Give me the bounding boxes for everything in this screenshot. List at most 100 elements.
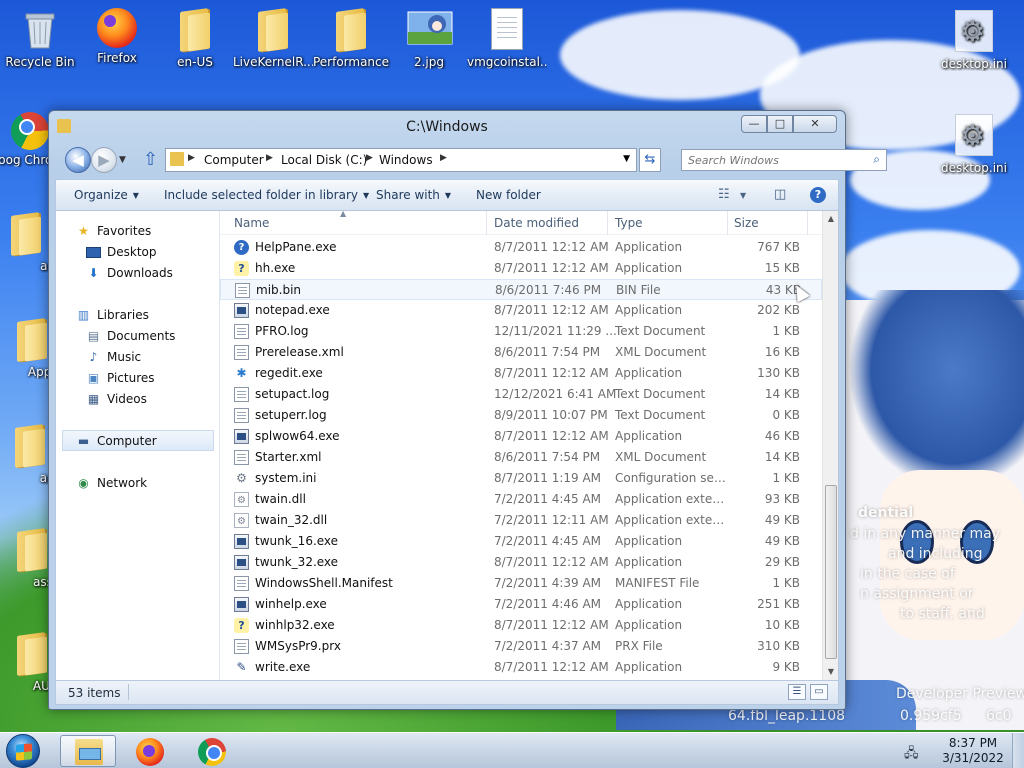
clock[interactable]: 8:37 PM 3/31/2022 [930, 736, 1016, 766]
nav-label: Documents [107, 329, 176, 343]
change-view-icon[interactable]: ☷ [718, 187, 730, 202]
file-row[interactable]: ? HelpPane.exe 8/7/2011 12:12 AM Applicatio… [220, 237, 822, 258]
file-row[interactable]: setuperr.log 8/9/2011 10:07 PM Text Docume… [220, 405, 822, 426]
file-row[interactable]: WindowsShell.Manifest 7/2/2011 4:39 AM MAN… [220, 573, 822, 594]
file-row[interactable]: WMSysPr9.prx 7/2/2011 4:37 AM PRX File 310 … [220, 636, 822, 657]
file-row[interactable]: mib.bin 8/6/2011 7:46 PM BIN File 43 KB [220, 279, 822, 300]
column-divider[interactable] [607, 211, 608, 235]
breadcrumb-windows[interactable]: Windows [379, 153, 433, 167]
maximize-button[interactable]: □ [767, 115, 793, 133]
column-divider[interactable] [486, 211, 487, 235]
file-date-modified: 12/11/2021 11:29 ... [494, 324, 617, 338]
new-folder-button[interactable]: New folder [476, 188, 541, 202]
file-row[interactable]: ? hh.exe 8/7/2011 12:12 AM Application 15 KB [220, 258, 822, 279]
file-row[interactable]: twunk_32.exe 8/7/2011 12:12 AM Application… [220, 552, 822, 573]
file-row[interactable]: splwow64.exe 8/7/2011 12:12 AM Application… [220, 426, 822, 447]
search-input[interactable] [688, 151, 858, 169]
nav-favorites[interactable]: ★ Favorites [56, 221, 220, 242]
taskbar-google-chrome[interactable] [184, 735, 240, 767]
nav-computer[interactable]: ▬ Computer [62, 430, 214, 451]
file-row[interactable]: Starter.xml 8/6/2011 7:54 PM XML Document 1… [220, 447, 822, 468]
nav-downloads[interactable]: ⬇ Downloads [56, 263, 220, 284]
taskbar-windows-explorer[interactable] [60, 735, 116, 767]
nav-videos[interactable]: ▦ Videos [56, 389, 220, 410]
file-row[interactable]: setupact.log 12/12/2021 6:41 AM Text Docum… [220, 384, 822, 405]
search-icon[interactable]: ⌕ [873, 152, 880, 167]
breadcrumb-local-disk[interactable]: Local Disk (C:) [281, 153, 367, 167]
close-button[interactable]: ✕ [793, 115, 837, 133]
title-bar[interactable]: C:\Windows — □ ✕ [49, 111, 845, 143]
file-row[interactable]: ⚙ system.ini 8/7/2011 1:19 AM Configuration… [220, 468, 822, 489]
text-file-icon [234, 324, 249, 339]
vertical-scrollbar[interactable]: ▲ ▼ [822, 211, 838, 680]
file-list: ▲ Name Date modified Type Size ? HelpPane… [220, 211, 822, 680]
file-row[interactable]: ⚙ twain.dll 7/2/2011 4:45 AM Application ex… [220, 489, 822, 510]
file-date-modified: 8/7/2011 1:19 AM [494, 471, 602, 485]
desktop-icon-desktop-ini[interactable]: desktop.ini [934, 10, 1014, 71]
nav-libraries[interactable]: ▥ Libraries [56, 305, 220, 326]
file-row[interactable]: ⚙ twain_32.dll 7/2/2011 12:11 AM Applicatio… [220, 510, 822, 531]
chevron-right-icon[interactable]: ▶ [188, 153, 195, 163]
taskbar-firefox[interactable] [122, 735, 178, 767]
chevron-right-icon[interactable]: ▶ [266, 153, 273, 163]
forward-button[interactable]: ▶ [91, 147, 117, 173]
file-name: winhlp32.exe [255, 618, 335, 632]
file-row[interactable]: winhelp.exe 7/2/2011 4:46 AM Application 25… [220, 594, 822, 615]
file-row[interactable]: PFRO.log 12/11/2021 11:29 ... Text Documen… [220, 321, 822, 342]
recent-pages-dropdown[interactable]: ▼ [119, 155, 126, 165]
file-row[interactable]: notepad.exe 8/7/2011 12:12 AM Application 2… [220, 300, 822, 321]
large-icons-view-icon[interactable]: ▭ [810, 684, 828, 700]
file-row[interactable]: twunk_16.exe 7/2/2011 4:45 AM Application 4… [220, 531, 822, 552]
file-type: Application [615, 261, 683, 275]
show-desktop-button[interactable] [1012, 733, 1024, 768]
column-divider[interactable] [807, 211, 808, 235]
chevron-down-icon[interactable]: ▼ [740, 191, 746, 200]
file-row[interactable]: Prerelease.xml 8/6/2011 7:54 PM XML Docume… [220, 342, 822, 363]
preview-pane-icon[interactable]: ◫ [774, 187, 786, 202]
up-arrow-icon[interactable]: ⇧ [143, 149, 158, 170]
column-date-modified[interactable]: Date modified [494, 216, 579, 230]
organize-button[interactable]: Organize ▼ [74, 188, 139, 202]
nav-desktop[interactable]: Desktop [56, 242, 220, 263]
network-icon: ◉ [78, 476, 89, 490]
file-name: twain.dll [255, 492, 306, 506]
computer-icon: ▬ [77, 434, 90, 448]
nav-pictures[interactable]: ▣ Pictures [56, 368, 220, 389]
file-row[interactable]: ✱ regedit.exe 8/7/2011 12:12 AM Application… [220, 363, 822, 384]
column-size[interactable]: Size [734, 216, 759, 230]
desktop-icon-desktop-ini[interactable]: desktop.ini [934, 114, 1014, 175]
chevron-right-icon[interactable]: ▶ [440, 153, 447, 163]
breadcrumb-computer[interactable]: Computer [204, 153, 264, 167]
scroll-down-arrow-icon[interactable]: ▼ [823, 664, 839, 680]
details-view-icon[interactable]: ☰ [788, 684, 806, 700]
include-in-library-button[interactable]: Include selected folder in library ▼ [164, 188, 369, 202]
network-status-icon[interactable]: 🖧 [904, 744, 919, 766]
scroll-thumb[interactable] [825, 485, 837, 659]
desktop-icon-vmgcoinstall[interactable]: vmgcoinstal... [467, 8, 547, 69]
scroll-up-arrow-icon[interactable]: ▲ [823, 211, 839, 227]
start-button[interactable] [6, 734, 40, 768]
file-row[interactable]: ? winhlp32.exe 8/7/2011 12:12 AM Applicatio… [220, 615, 822, 636]
refresh-button[interactable]: ⇆ [639, 148, 661, 172]
column-name[interactable]: Name [234, 216, 269, 230]
chevron-right-icon[interactable]: ▶ [366, 153, 373, 163]
chevron-down-icon[interactable]: ▼ [623, 154, 630, 164]
desktop-icon-performance[interactable]: Performance [311, 8, 391, 69]
column-divider[interactable] [727, 211, 728, 235]
back-button[interactable]: ◀ [65, 147, 91, 173]
file-row[interactable]: ✎ write.exe 8/7/2011 12:12 AM Application 9 … [220, 657, 822, 678]
share-with-button[interactable]: Share with ▼ [376, 188, 451, 202]
nav-music[interactable]: ♪ Music [56, 347, 220, 368]
desktop-icon-en-us[interactable]: en-US [155, 8, 235, 69]
address-bar[interactable]: ▶ Computer ▶ Local Disk (C:) ▶ Windows ▶… [165, 148, 637, 172]
nav-network[interactable]: ◉ Network [56, 473, 220, 494]
column-type[interactable]: Type [615, 216, 643, 230]
desktop-icon-recycle-bin[interactable]: Recycle Bin [0, 8, 80, 69]
nav-documents[interactable]: ▤ Documents [56, 326, 220, 347]
minimize-button[interactable]: — [741, 115, 767, 133]
desktop-icon-2-jpg[interactable]: 2.jpg [389, 8, 469, 69]
search-box[interactable]: ⌕ [681, 149, 887, 171]
help-icon[interactable]: ? [810, 187, 826, 203]
desktop-icon-livekernelreports[interactable]: LiveKernelR... [233, 8, 313, 69]
desktop-icon-firefox[interactable]: Firefox [77, 8, 157, 65]
